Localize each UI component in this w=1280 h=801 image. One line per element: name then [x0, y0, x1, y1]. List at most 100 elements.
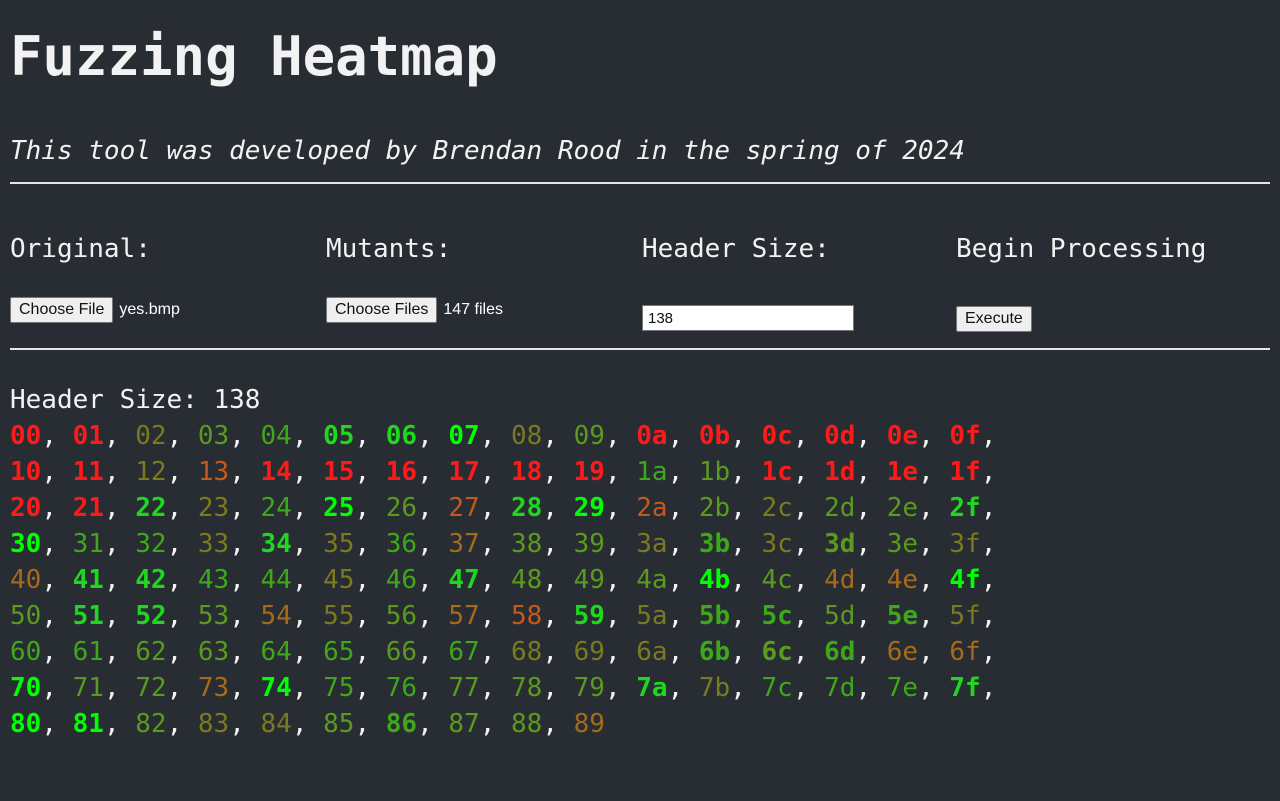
heatmap-byte-78: 78 — [511, 673, 543, 703]
heatmap-separator: , — [291, 637, 324, 667]
heatmap-byte-64: 64 — [260, 637, 292, 667]
heatmap-separator: , — [730, 457, 762, 487]
heatmap-byte-4b: 4b — [698, 565, 731, 595]
byte-heatmap: 00, 01, 02, 03, 04, 05, 06, 07, 08, 09, … — [10, 418, 1270, 742]
heatmap-separator: , — [354, 601, 386, 631]
heatmap-separator: , — [792, 529, 825, 559]
heatmap-separator: , — [542, 493, 574, 523]
heatmap-byte-40: 40 — [10, 565, 42, 595]
heatmap-byte-32: 32 — [135, 529, 167, 559]
heatmap-byte-2c: 2c — [761, 493, 793, 523]
heatmap-byte-35: 35 — [323, 529, 355, 559]
mutants-file-count: 147 files — [443, 301, 503, 318]
heatmap-separator: , — [855, 637, 887, 667]
heatmap-byte-3d: 3d — [824, 529, 856, 559]
header-size-input[interactable] — [642, 305, 854, 331]
heatmap-byte-08: 08 — [511, 421, 543, 451]
heatmap-byte-65: 65 — [323, 637, 355, 667]
heatmap-byte-63: 63 — [197, 637, 230, 667]
heatmap-separator: , — [291, 457, 324, 487]
heatmap-separator: , — [417, 457, 449, 487]
heatmap-byte-20: 20 — [10, 493, 42, 523]
heatmap-byte-85: 85 — [323, 709, 355, 739]
heatmap-separator: , — [667, 529, 699, 559]
heatmap-byte-4f: 4f — [949, 565, 981, 595]
heatmap-byte-89: 89 — [573, 709, 605, 739]
heatmap-separator: , — [730, 637, 762, 667]
heatmap-separator: , — [479, 457, 511, 487]
heatmap-separator: , — [604, 637, 637, 667]
heatmap-byte-80: 80 — [10, 709, 42, 739]
heatmap-separator: , — [918, 529, 950, 559]
heatmap-separator: , — [918, 565, 950, 595]
heatmap-separator: , — [918, 601, 950, 631]
controls-panel: Original: Choose File yes.bmp Mutants: C… — [10, 184, 1270, 348]
page: Fuzzing Heatmap This tool was developed … — [0, 0, 1280, 742]
heatmap-separator: , — [166, 493, 198, 523]
heatmap-byte-1a: 1a — [636, 457, 668, 487]
heatmap-byte-27: 27 — [448, 493, 480, 523]
heatmap-separator: , — [730, 529, 762, 559]
heatmap-row: 60, 61, 62, 63, 64, 65, 66, 67, 68, 69, … — [10, 634, 1270, 670]
heatmap-byte-48: 48 — [511, 565, 543, 595]
heatmap-separator: , — [166, 601, 198, 631]
heatmap-separator: , — [291, 493, 324, 523]
heatmap-separator: , — [41, 493, 73, 523]
heatmap-byte-88: 88 — [511, 709, 543, 739]
heatmap-byte-55: 55 — [323, 601, 355, 631]
heatmap-separator: , — [41, 673, 73, 703]
heatmap-byte-2e: 2e — [886, 493, 919, 523]
heatmap-separator: , — [667, 601, 699, 631]
heatmap-separator: , — [918, 457, 950, 487]
heatmap-byte-3e: 3e — [886, 529, 919, 559]
original-file-input[interactable]: Choose File yes.bmp — [10, 297, 180, 323]
heatmap-byte-61: 61 — [72, 637, 104, 667]
heatmap-separator: , — [604, 457, 637, 487]
execute-button[interactable]: Execute — [956, 306, 1032, 332]
heatmap-separator: , — [918, 493, 950, 523]
heatmap-byte-14: 14 — [260, 457, 292, 487]
heatmap-byte-5d: 5d — [824, 601, 856, 631]
heatmap-separator: , — [229, 421, 261, 451]
heatmap-byte-52: 52 — [135, 601, 167, 631]
heatmap-separator: , — [667, 673, 699, 703]
heatmap-separator: , — [417, 565, 449, 595]
heatmap-separator: , — [980, 493, 997, 523]
original-choose-file-button[interactable]: Choose File — [10, 297, 114, 323]
heatmap-byte-28: 28 — [511, 493, 543, 523]
heatmap-byte-50: 50 — [10, 601, 42, 631]
heatmap-byte-6a: 6a — [636, 637, 668, 667]
heatmap-byte-84: 84 — [260, 709, 292, 739]
heatmap-separator: , — [166, 421, 198, 451]
heatmap-separator: , — [792, 421, 825, 451]
heatmap-byte-7c: 7c — [761, 673, 793, 703]
result-header-size: Header Size: 138 — [10, 385, 261, 415]
heatmap-separator: , — [479, 529, 511, 559]
heatmap-separator: , — [291, 565, 324, 595]
heatmap-byte-7d: 7d — [824, 673, 856, 703]
heatmap-byte-6c: 6c — [761, 637, 793, 667]
heatmap-byte-1f: 1f — [949, 457, 981, 487]
heatmap-byte-83: 83 — [197, 709, 230, 739]
heatmap-separator: , — [354, 673, 386, 703]
heatmap-byte-33: 33 — [197, 529, 230, 559]
heatmap-separator: , — [918, 637, 950, 667]
heatmap-separator: , — [229, 709, 261, 739]
heatmap-separator: , — [229, 457, 261, 487]
heatmap-byte-81: 81 — [72, 709, 104, 739]
heatmap-byte-58: 58 — [511, 601, 543, 631]
heatmap-byte-16: 16 — [385, 457, 418, 487]
begin-processing-label: Begin Processing — [956, 234, 1207, 264]
mutants-choose-files-button[interactable]: Choose Files — [326, 297, 438, 323]
heatmap-separator: , — [792, 493, 825, 523]
heatmap-separator: , — [792, 601, 825, 631]
heatmap-byte-77: 77 — [448, 673, 480, 703]
heatmap-byte-19: 19 — [573, 457, 605, 487]
heatmap-row: 80, 81, 82, 83, 84, 85, 86, 87, 88, 89 — [10, 706, 1270, 742]
heatmap-byte-70: 70 — [10, 673, 42, 703]
heatmap-separator: , — [855, 421, 887, 451]
heatmap-separator: , — [41, 601, 73, 631]
mutants-file-input[interactable]: Choose Files 147 files — [326, 297, 503, 323]
heatmap-separator: , — [41, 637, 73, 667]
heatmap-byte-13: 13 — [197, 457, 230, 487]
